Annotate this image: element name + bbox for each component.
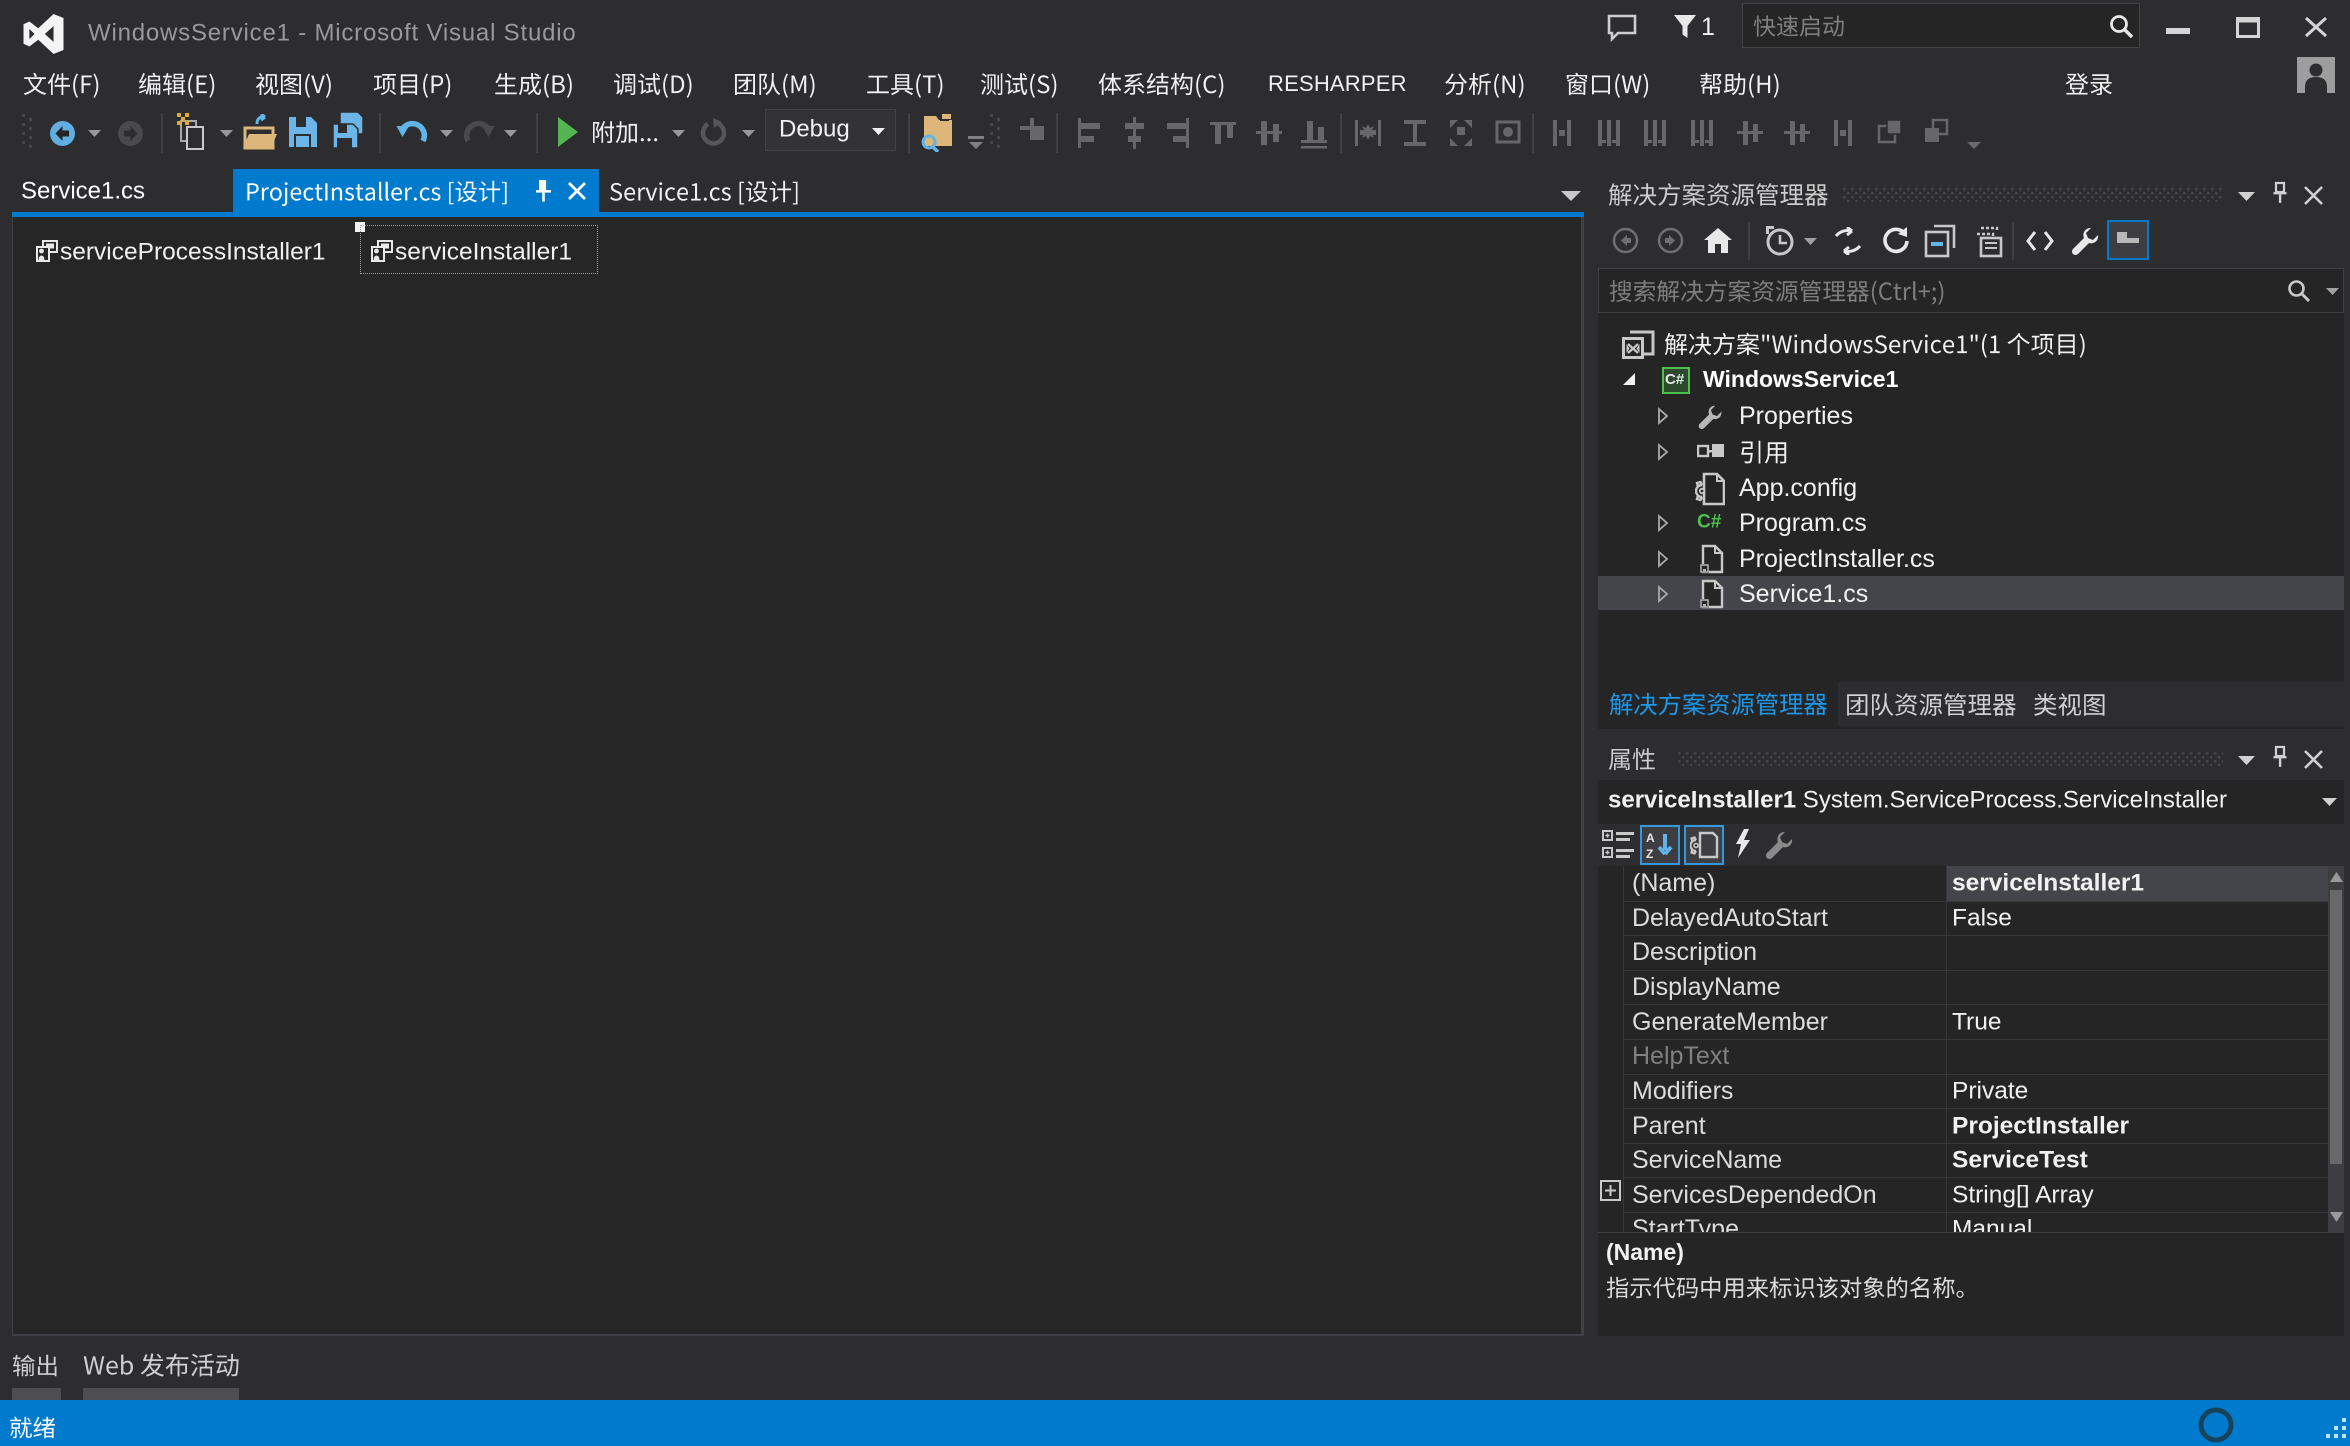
svg-text:Z: Z (1646, 847, 1653, 860)
svg-text:A: A (1646, 831, 1655, 845)
